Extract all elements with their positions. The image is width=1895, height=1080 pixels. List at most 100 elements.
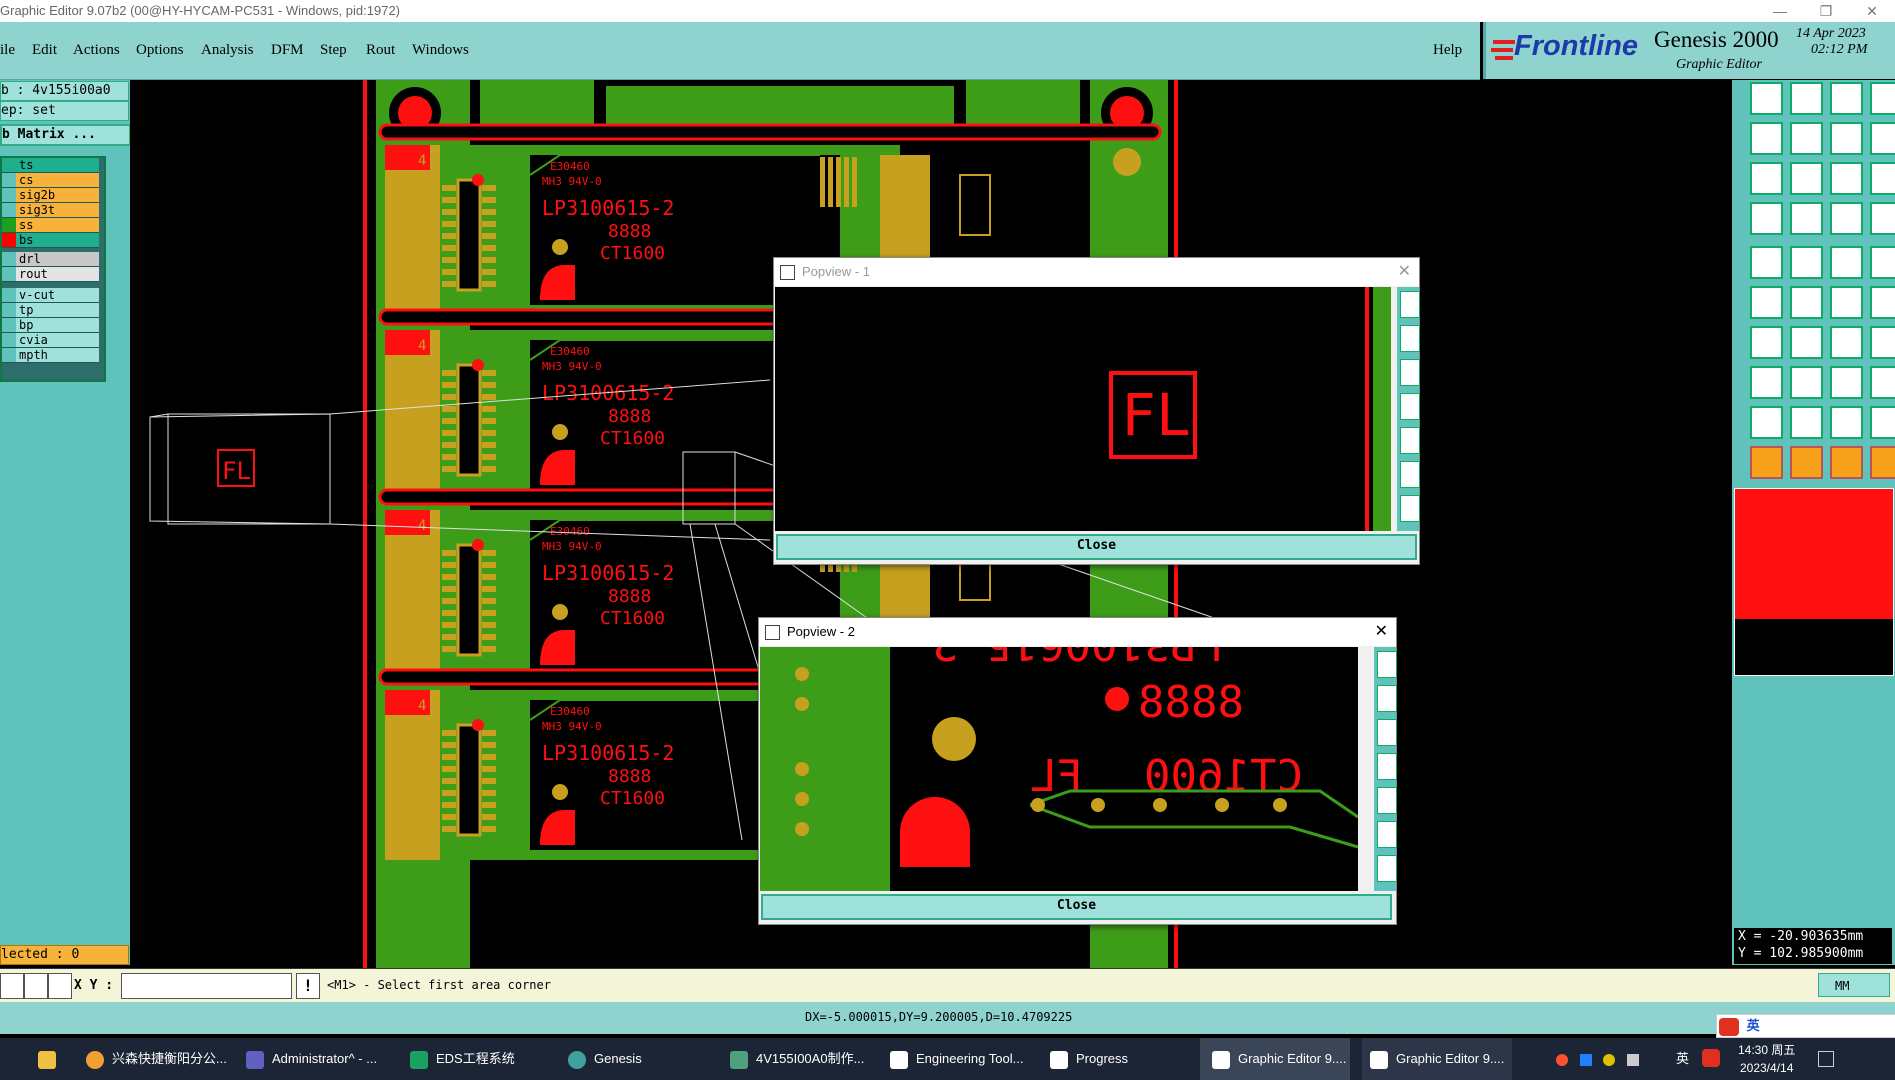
popview-1-titlebar[interactable]: Popview - 1 ✕	[774, 258, 1419, 286]
info-icon[interactable]: !	[296, 973, 320, 999]
grid-icon[interactable]	[48, 973, 72, 999]
layer-toggle-a-icon[interactable]	[1830, 202, 1863, 235]
layer-swatch[interactable]	[2, 203, 16, 217]
pointer-multi-icon[interactable]	[1870, 446, 1895, 479]
delete-icon[interactable]	[1790, 286, 1823, 319]
grid-icon[interactable]	[1790, 202, 1823, 235]
layer-swatch[interactable]	[2, 333, 16, 347]
angle-icon[interactable]	[1870, 286, 1895, 319]
popview-2-tool-icon[interactable]	[1377, 787, 1397, 814]
menu-options[interactable]: Options	[136, 42, 184, 59]
open-job-icon[interactable]	[1750, 82, 1783, 115]
contour-icon[interactable]	[1870, 366, 1895, 399]
tri-c-icon[interactable]	[1830, 406, 1863, 439]
layer-swatch[interactable]	[2, 233, 16, 247]
snap-icon[interactable]	[0, 973, 24, 999]
task-item-0[interactable]: 兴森快捷衡阳分公...	[86, 1038, 236, 1080]
menu-help[interactable]: Help	[1433, 42, 1462, 59]
point-icon[interactable]	[1870, 246, 1895, 279]
layer-row-drl[interactable]: drl	[2, 252, 99, 267]
ruler-icon[interactable]	[1830, 246, 1863, 279]
zoom-left-icon[interactable]	[1750, 122, 1783, 155]
popview-1-canvas[interactable]: FL	[775, 287, 1391, 531]
task-item-6[interactable]: Progress	[1050, 1038, 1180, 1080]
connect-icon[interactable]	[1750, 286, 1783, 319]
layer-swatch[interactable]	[2, 318, 16, 332]
task-item-3[interactable]: Genesis	[568, 1038, 698, 1080]
popview-1-tool-icon[interactable]	[1400, 359, 1420, 386]
zoom-right-icon[interactable]	[1790, 122, 1823, 155]
layer-swatch[interactable]	[2, 218, 16, 232]
task-item-2[interactable]: EDS工程系统	[410, 1038, 540, 1080]
add-node-icon[interactable]	[1830, 286, 1863, 319]
popview-2-tool-icon[interactable]	[1377, 821, 1397, 848]
menu-file[interactable]: ile	[0, 42, 15, 59]
popview-1-tool-icon[interactable]	[1400, 291, 1420, 318]
task-item-5[interactable]: Engineering Tool...	[890, 1038, 1030, 1080]
popview-2-tool-icon[interactable]	[1377, 651, 1397, 678]
task-item-1[interactable]: Administrator^ - ...	[246, 1038, 396, 1080]
layer-row-cs[interactable]: cs	[2, 173, 99, 188]
line-red-icon[interactable]	[1750, 326, 1783, 359]
task-item-4[interactable]: 4V155I00A0制作...	[730, 1038, 870, 1080]
menu-actions[interactable]: Actions	[73, 42, 120, 59]
popview-1-tool-icon[interactable]	[1400, 495, 1420, 522]
popview-2-titlebar[interactable]: Popview - 2 ✕	[759, 618, 1396, 646]
measure-icon[interactable]	[1790, 246, 1823, 279]
popview-2-tool-icon[interactable]	[1377, 753, 1397, 780]
menu-analysis[interactable]: Analysis	[201, 42, 254, 59]
scale-1-2-icon[interactable]	[1830, 162, 1863, 195]
layer-row-mpth[interactable]: mpth	[2, 348, 99, 363]
popview-1-close-button[interactable]: Close	[776, 534, 1417, 560]
layer-row-bs[interactable]: bs	[2, 233, 99, 248]
layer-row-cvia[interactable]: cvia	[2, 333, 99, 348]
arc-icon[interactable]	[1830, 326, 1863, 359]
menu-edit[interactable]: Edit	[32, 42, 57, 59]
popview-2-tool-icon[interactable]	[1377, 855, 1397, 882]
popview-2-tool-icon[interactable]	[1377, 719, 1397, 746]
popview-1-tool-icon[interactable]	[1400, 427, 1420, 454]
layer-swatch[interactable]	[2, 288, 16, 302]
menu-step[interactable]: Step	[320, 42, 347, 59]
layer-swatch[interactable]	[2, 348, 16, 362]
window-layout-icon[interactable]	[1870, 82, 1895, 115]
layer-swatch[interactable]	[2, 188, 16, 202]
popview-2-tool-icon[interactable]	[1377, 685, 1397, 712]
feature-select-icon[interactable]	[1750, 246, 1783, 279]
zoom-center-icon[interactable]	[1790, 162, 1823, 195]
segment-icon[interactable]	[1790, 366, 1823, 399]
popview-2-close-button[interactable]: Close	[761, 894, 1392, 920]
zoom-fit-icon[interactable]	[1750, 162, 1783, 195]
restore-icon[interactable]: ❐	[1803, 0, 1849, 22]
ime-toolbar[interactable]: 英	[1716, 1014, 1895, 1038]
layer-swatch[interactable]	[2, 252, 16, 266]
layer-swatch[interactable]	[2, 173, 16, 187]
xy-input[interactable]	[121, 973, 292, 999]
pointer-move-icon[interactable]	[1830, 446, 1863, 479]
tri-d-icon[interactable]	[1870, 406, 1895, 439]
close-icon[interactable]: ✕	[1849, 0, 1895, 22]
layer-row-sig3t[interactable]: sig3t	[2, 203, 99, 218]
pointer-icon[interactable]	[1750, 446, 1783, 479]
snap-settings-icon[interactable]	[1750, 202, 1783, 235]
unit-selector[interactable]: MM	[1818, 973, 1890, 997]
layer-row-tp[interactable]: tp	[2, 303, 99, 318]
job-matrix-button[interactable]: b Matrix ...	[0, 124, 131, 146]
pointer-select-icon[interactable]	[1790, 446, 1823, 479]
tri-a-icon[interactable]	[1750, 406, 1783, 439]
reverse-icon[interactable]	[1870, 326, 1895, 359]
menu-windows[interactable]: Windows	[412, 42, 469, 59]
home-icon[interactable]	[1830, 82, 1863, 115]
file-explorer-icon[interactable]	[38, 1038, 62, 1080]
popview-1-tool-icon[interactable]	[1400, 461, 1420, 488]
inspect-icon[interactable]	[1830, 366, 1863, 399]
minimize-icon[interactable]: —	[1757, 0, 1803, 22]
layer-swatch[interactable]	[2, 303, 16, 317]
layer-row-rout[interactable]: rout	[2, 267, 99, 282]
notification-icon[interactable]	[1818, 1051, 1834, 1067]
layer-swatch[interactable]	[2, 158, 16, 172]
menu-dfm[interactable]: DFM	[271, 42, 304, 59]
layer-row-v-cut[interactable]: v-cut	[2, 288, 99, 303]
measure-icon[interactable]	[24, 973, 48, 999]
line-blue-icon[interactable]	[1790, 326, 1823, 359]
